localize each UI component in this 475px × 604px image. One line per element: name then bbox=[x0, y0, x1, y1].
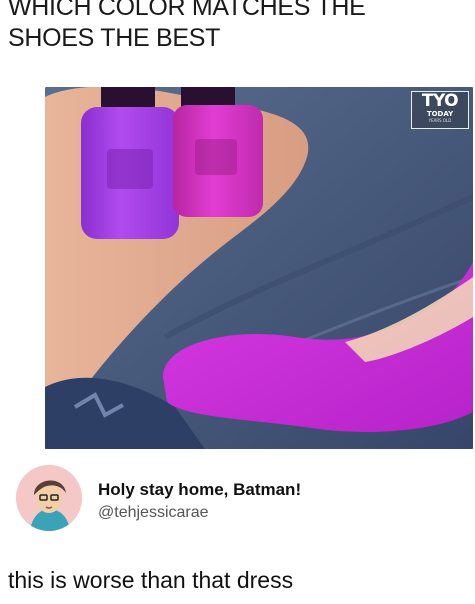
tweet-handle[interactable]: @tehjessicarae bbox=[98, 504, 209, 522]
tyo-sub-text: TODAY bbox=[426, 110, 454, 118]
tyo-logo-text: TYO bbox=[421, 91, 459, 111]
photo-illustration bbox=[45, 87, 473, 449]
avatar-illustration bbox=[16, 465, 82, 531]
tweet-card: Holy stay home, Batman! @tehjessicarae t… bbox=[0, 450, 475, 604]
tyo-tiny-text: YEARS OLD bbox=[428, 118, 452, 123]
post-title-line-2: SHOES THE BEST bbox=[8, 24, 221, 52]
tyo-watermark: TYO TODAY YEARS OLD bbox=[411, 91, 469, 129]
tweet-display-name[interactable]: Holy stay home, Batman! bbox=[98, 480, 301, 500]
post-title-line-1: WHICH COLOR MATCHES THE bbox=[8, 0, 366, 21]
avatar[interactable] bbox=[16, 465, 82, 531]
post-photo[interactable]: TYO TODAY YEARS OLD bbox=[45, 87, 473, 449]
post-title: WHICH COLOR MATCHES THE SHOES THE BEST bbox=[8, 0, 448, 54]
tweet-text: this is worse than that dress bbox=[8, 567, 294, 593]
